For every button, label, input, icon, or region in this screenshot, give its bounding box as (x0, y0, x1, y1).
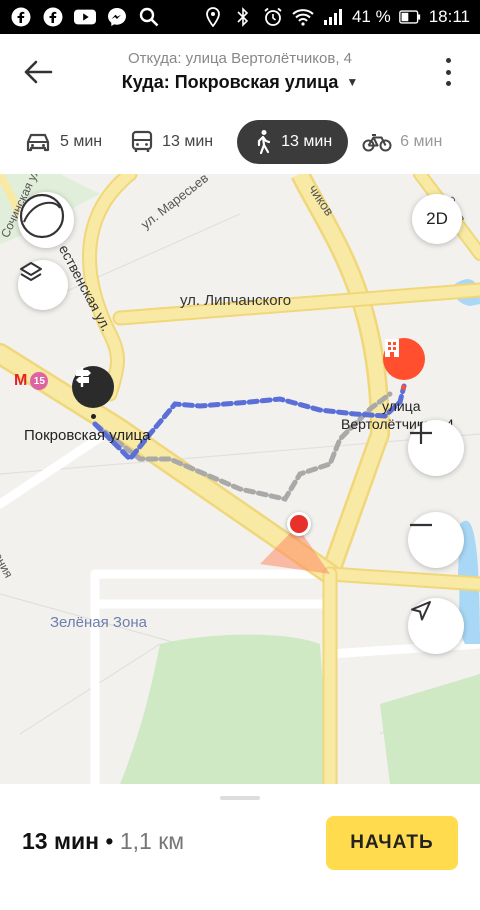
tab-transit[interactable]: 13 мин (126, 120, 227, 164)
route-from[interactable]: Откуда: улица Вертолётчиков, 4 (0, 50, 480, 67)
youtube-icon (74, 6, 96, 28)
alice-voice-button[interactable] (18, 192, 74, 248)
origin-pin[interactable] (383, 338, 425, 380)
status-time: 18:11 (428, 7, 470, 26)
signpost-icon (76, 367, 91, 387)
car-icon (26, 133, 50, 152)
status-bar: 41 % 18:11 (0, 0, 480, 34)
route-time: 13 мин (22, 828, 100, 854)
bluetooth-icon (232, 6, 254, 28)
dot (445, 81, 451, 86)
more-menu-button[interactable] (438, 54, 458, 90)
layers-icon (20, 262, 42, 281)
alarm-icon (262, 6, 284, 28)
tab-car[interactable]: 5 мин (20, 120, 116, 164)
battery-percent: 41 % (351, 7, 391, 26)
tab-car-label: 5 мин (60, 133, 103, 150)
tab-transit-label: 13 мин (162, 133, 214, 150)
route-to: Куда: Покровская улица (121, 72, 339, 92)
battery-icon (398, 6, 421, 28)
tab-walk-label: 13 мин (281, 133, 333, 150)
alice-icon (19, 193, 65, 239)
start-button[interactable]: НАЧАТЬ (326, 816, 458, 870)
pedestrian-icon (258, 130, 271, 155)
route-summary-panel: 13 мин • 1,1 км НАЧАТЬ (0, 784, 480, 910)
minus-icon (410, 523, 432, 527)
zoom-in-button[interactable] (408, 420, 464, 476)
view-mode-toggle[interactable]: 2D (412, 194, 462, 244)
green-zone-area (120, 634, 330, 784)
building-icon (385, 339, 399, 357)
street-label-lipchanskogo: ул. Липчанского (180, 292, 292, 309)
messenger-icon (106, 6, 128, 28)
facebook-icon (42, 6, 64, 28)
green-zone-label: Зелёная Зона (50, 614, 147, 631)
tab-bicycle-label: 6 мин (400, 133, 443, 150)
map-view[interactable]: ул. Мaресьев ул. Липчанского чиков естве… (0, 174, 480, 784)
search-icon (138, 6, 160, 28)
destination-pin[interactable] (72, 366, 114, 408)
destination-dot (91, 414, 96, 419)
my-location-button[interactable] (408, 598, 464, 654)
navigation-arrow-icon (411, 601, 431, 621)
layers-button[interactable] (18, 260, 68, 310)
transport-mode-tabs: 5 мин 13 мин 13 мин 6 мин (0, 110, 480, 174)
bus-icon (132, 130, 153, 152)
summary-separator: • (99, 828, 120, 854)
tab-bicycle[interactable]: 6 мин (358, 120, 456, 164)
signal-icon (322, 6, 344, 28)
route-to-selector[interactable]: Куда: Покровская улица ▼ (0, 72, 480, 93)
wifi-icon (292, 6, 314, 28)
route-header: Откуда: улица Вертолётчиков, 4 Куда: Пок… (0, 34, 480, 110)
metro-line-badge: 15 (30, 372, 49, 390)
location-icon (202, 6, 224, 28)
user-location-marker (287, 512, 311, 536)
dot (445, 69, 451, 75)
origin-dot (401, 385, 406, 390)
zoom-out-button[interactable] (408, 512, 464, 568)
destination-label: Покровская улица (24, 427, 151, 444)
sheet-drag-handle[interactable] (220, 796, 260, 800)
route-summary: 13 мин • 1,1 км (22, 828, 184, 855)
metro-station[interactable]: M 15 (14, 372, 49, 390)
metro-icon: M (14, 372, 28, 389)
tab-walk[interactable]: 13 мин (237, 120, 349, 164)
facebook-icon (10, 6, 32, 28)
origin-label-line1: улица (382, 398, 421, 414)
plus-icon (410, 422, 432, 444)
route-distance: 1,1 км (119, 828, 185, 854)
triangle-down-icon: ▼ (346, 75, 359, 89)
dot (445, 58, 451, 63)
bicycle-icon (362, 134, 392, 152)
